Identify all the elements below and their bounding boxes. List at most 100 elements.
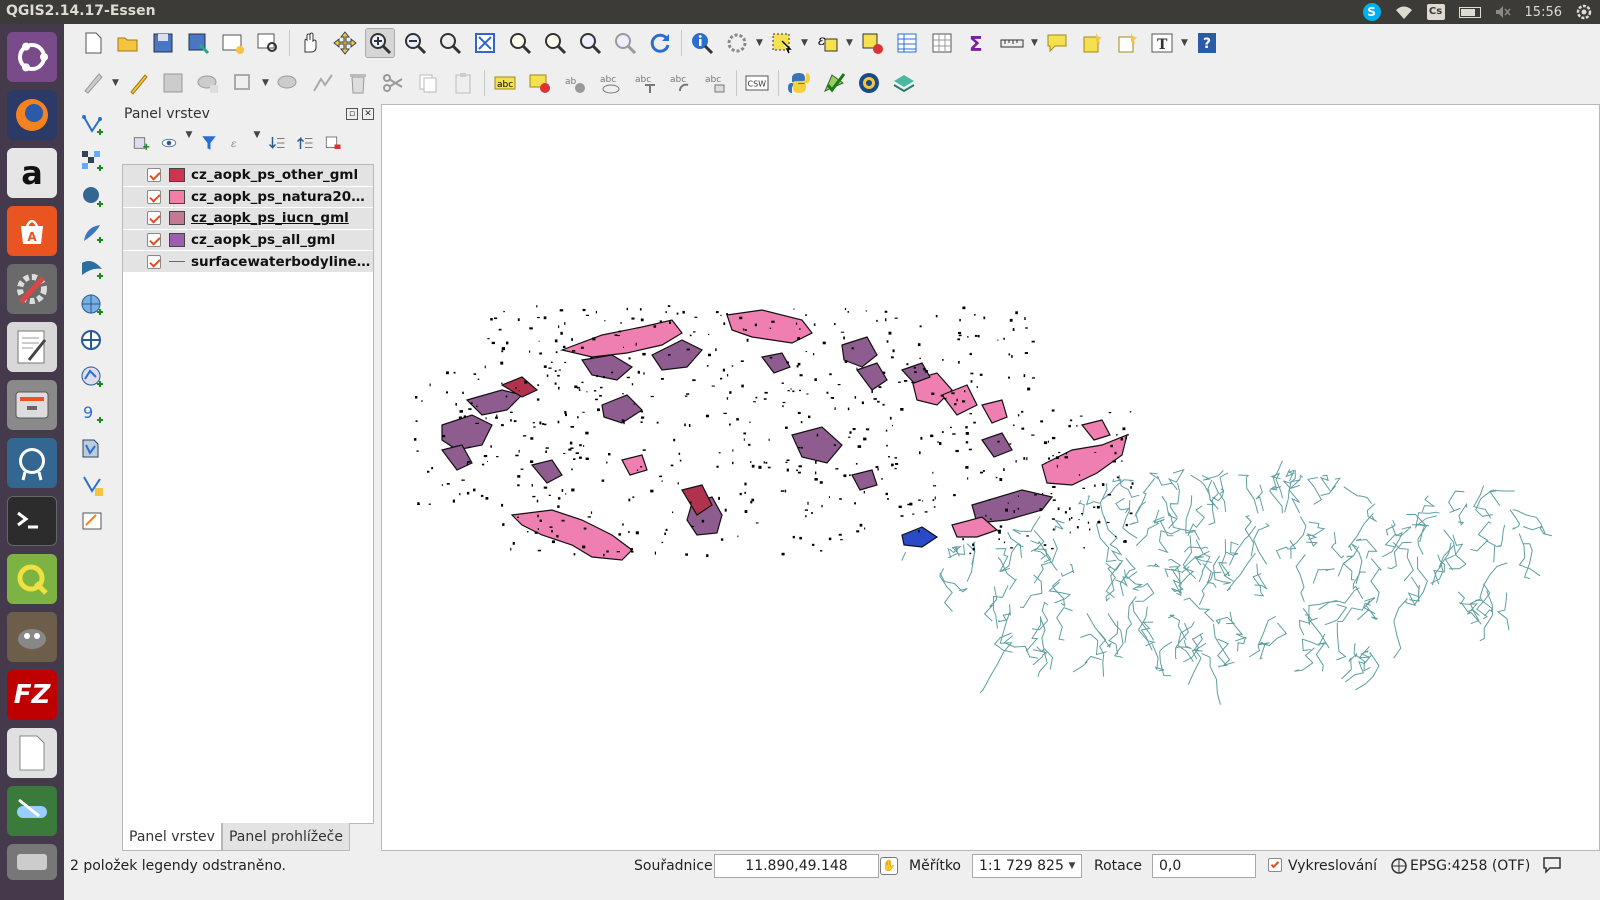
- layer-symbol-swatch[interactable]: [169, 211, 185, 226]
- zoom-to-layer-icon[interactable]: [540, 28, 570, 58]
- field-calculator-icon[interactable]: [927, 28, 957, 58]
- gimp-icon[interactable]: [7, 612, 57, 662]
- filter-legend-icon[interactable]: [196, 130, 222, 156]
- add-mssql-layer-icon[interactable]: [77, 254, 107, 284]
- firefox-icon[interactable]: [7, 90, 57, 140]
- zoom-to-selection-icon[interactable]: [505, 28, 535, 58]
- layer-visibility-checkbox[interactable]: [147, 168, 161, 183]
- volume-muted-icon[interactable]: [1495, 5, 1511, 19]
- render-checkbox[interactable]: [1268, 858, 1282, 872]
- layer-visibility-checkbox[interactable]: [147, 211, 161, 226]
- layer-name[interactable]: surfacewaterbodyline_…: [191, 254, 371, 270]
- toggle-extents-icon[interactable]: ✋: [880, 857, 898, 875]
- statistical-summary-icon[interactable]: Σ: [962, 28, 992, 58]
- save-as-icon[interactable]: [183, 28, 213, 58]
- battery-icon[interactable]: [1458, 6, 1481, 18]
- actions-icon[interactable]: [722, 28, 752, 58]
- csw-client-icon[interactable]: CSW: [742, 68, 772, 98]
- chevron-down-icon[interactable]: ▼: [1062, 854, 1082, 878]
- zoom-in-icon[interactable]: [365, 28, 395, 58]
- python-console-icon[interactable]: [784, 68, 814, 98]
- tab-layers-panel[interactable]: Panel vrstev: [122, 823, 222, 851]
- zoom-last-icon[interactable]: [575, 28, 605, 58]
- chevron-down-icon[interactable]: ▼: [1180, 38, 1190, 48]
- open-attribute-table-icon[interactable]: [892, 28, 922, 58]
- map-tips-icon[interactable]: [1042, 28, 1072, 58]
- layer-name[interactable]: cz_aopk_ps_all_gml: [191, 232, 371, 248]
- add-virtual-layer-icon[interactable]: [77, 470, 107, 500]
- remove-layer-icon[interactable]: [320, 130, 346, 156]
- show-bookmarks-icon[interactable]: [1112, 28, 1142, 58]
- layer-symbol-swatch[interactable]: [169, 261, 185, 263]
- crs-status[interactable]: EPSG:4258 (OTF): [1410, 858, 1530, 874]
- postgresql-icon[interactable]: [7, 438, 57, 488]
- ubuntu-dash-icon[interactable]: [7, 32, 57, 82]
- plugin-layers-icon[interactable]: [889, 68, 919, 98]
- composer-manager-icon[interactable]: [253, 28, 283, 58]
- copy-features-icon[interactable]: [413, 68, 443, 98]
- layer-visibility-checkbox[interactable]: [147, 189, 161, 204]
- manage-visibility-icon[interactable]: [156, 130, 182, 156]
- zoom-out-icon[interactable]: [400, 28, 430, 58]
- close-icon[interactable]: ✕: [362, 108, 374, 120]
- skype-icon[interactable]: S: [1362, 3, 1381, 21]
- new-print-composer-icon[interactable]: [218, 28, 248, 58]
- storage-icon[interactable]: [7, 844, 57, 880]
- rotation-field[interactable]: 0,0: [1152, 854, 1256, 878]
- system-settings-icon[interactable]: [7, 264, 57, 314]
- crs-globe-icon[interactable]: [1391, 858, 1407, 874]
- chevron-down-icon[interactable]: ▼: [845, 38, 855, 48]
- chevron-down-icon[interactable]: ▼: [252, 130, 262, 156]
- help-icon[interactable]: ?: [1192, 28, 1222, 58]
- layer-symbol-swatch[interactable]: [169, 233, 185, 248]
- layer-symbol-swatch[interactable]: [169, 189, 185, 204]
- clock[interactable]: 15:56: [1525, 5, 1562, 20]
- pan-to-selection-icon[interactable]: [330, 28, 360, 58]
- add-wcs-layer-icon[interactable]: [77, 326, 107, 356]
- layer-name[interactable]: cz_aopk_ps_other_gml: [191, 167, 371, 183]
- toggle-editing-icon[interactable]: [123, 68, 153, 98]
- new-bookmark-icon[interactable]: [1077, 28, 1107, 58]
- add-feature-icon[interactable]: [193, 68, 223, 98]
- layer-diagram-icon[interactable]: [525, 68, 555, 98]
- chevron-down-icon[interactable]: ▼: [800, 38, 810, 48]
- identify-features-icon[interactable]: [687, 28, 717, 58]
- document-icon[interactable]: [7, 728, 57, 778]
- add-postgis-layer-icon[interactable]: [77, 182, 107, 212]
- layer-row[interactable]: cz_aopk_ps_natura200…: [123, 186, 373, 209]
- zoom-native-resolution-icon[interactable]: [435, 28, 465, 58]
- layer-name[interactable]: cz_aopk_ps_iucn_gml: [191, 210, 371, 226]
- layer-visibility-checkbox[interactable]: [147, 233, 161, 248]
- amazon-icon[interactable]: a: [7, 148, 57, 198]
- add-spatialite-layer-icon[interactable]: [77, 218, 107, 248]
- text-editor-icon[interactable]: [7, 322, 57, 372]
- zoom-next-icon[interactable]: [610, 28, 640, 58]
- add-wfs-layer-icon[interactable]: [77, 362, 107, 392]
- filter-by-expression-icon[interactable]: ε: [224, 130, 250, 156]
- layer-row[interactable]: cz_aopk_ps_iucn_gml: [123, 208, 373, 230]
- add-layer-dropdown-icon[interactable]: [77, 506, 107, 536]
- open-project-icon[interactable]: [113, 28, 143, 58]
- show-hide-labels-icon[interactable]: abc: [595, 68, 625, 98]
- layer-visibility-checkbox[interactable]: [147, 254, 161, 269]
- chevron-down-icon[interactable]: ▼: [755, 38, 765, 48]
- pan-map-icon[interactable]: [295, 28, 325, 58]
- select-by-expression-icon[interactable]: ε: [812, 28, 842, 58]
- keyboard-layout-indicator[interactable]: Cs: [1426, 4, 1445, 20]
- zoom-full-icon[interactable]: [470, 28, 500, 58]
- rotate-label-icon[interactable]: abc: [665, 68, 695, 98]
- scanner-icon[interactable]: [7, 786, 57, 836]
- delete-selected-icon[interactable]: [343, 68, 373, 98]
- add-delimited-text-layer-icon[interactable]: 9: [77, 398, 107, 428]
- chevron-down-icon[interactable]: ▼: [111, 78, 121, 88]
- float-panel-icon[interactable]: ▫: [346, 108, 358, 120]
- wifi-icon[interactable]: [1395, 4, 1413, 20]
- simplify-feature-icon[interactable]: [308, 68, 338, 98]
- chevron-down-icon[interactable]: ▼: [184, 130, 194, 156]
- move-label-icon[interactable]: abc: [630, 68, 660, 98]
- layer-name[interactable]: cz_aopk_ps_natura200…: [191, 189, 371, 205]
- layer-row[interactable]: surfacewaterbodyline_…: [123, 251, 373, 273]
- save-layer-edits-icon[interactable]: [158, 68, 188, 98]
- layer-row[interactable]: cz_aopk_ps_all_gml: [123, 229, 373, 252]
- software-center-icon[interactable]: A: [7, 206, 57, 256]
